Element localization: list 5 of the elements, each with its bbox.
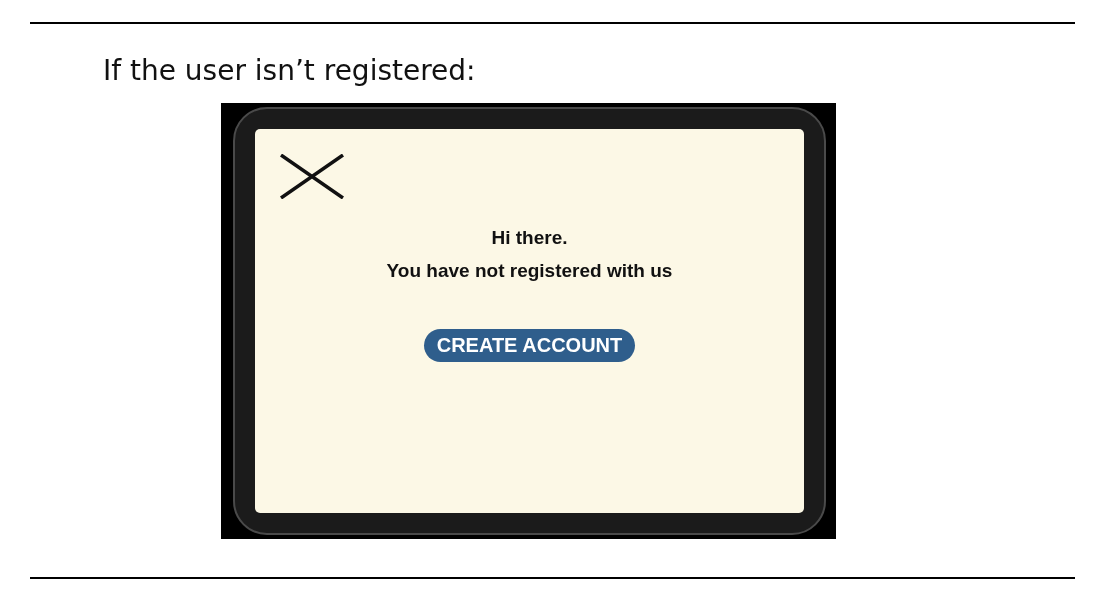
- section-heading: If the user isn’t registered:: [103, 53, 477, 89]
- create-account-button[interactable]: CREATE ACCOUNT: [423, 329, 636, 362]
- close-icon[interactable]: [280, 154, 344, 199]
- greeting-text: Hi there.: [491, 226, 568, 250]
- message-text: You have not registered with us: [386, 259, 673, 283]
